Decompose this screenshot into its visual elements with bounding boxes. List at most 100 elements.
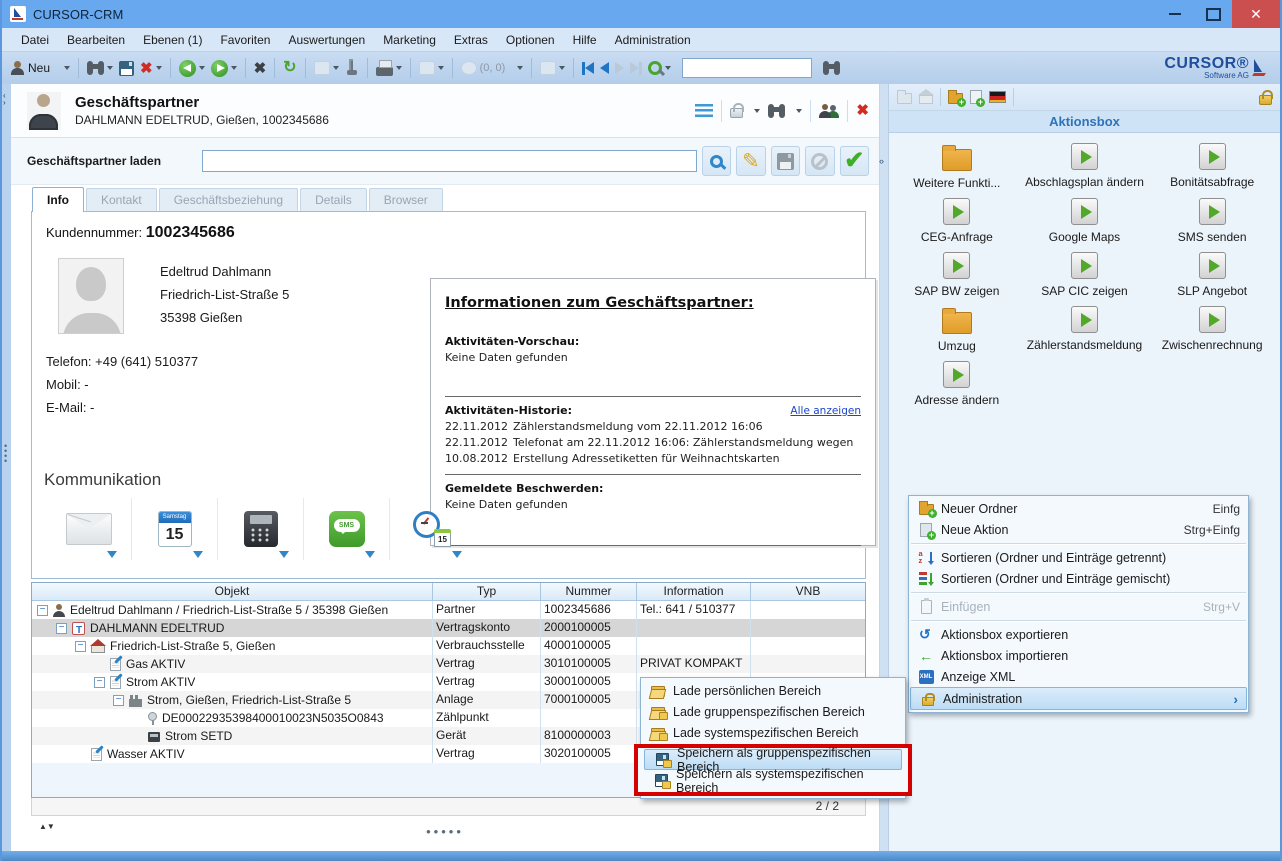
- save-button[interactable]: [116, 59, 137, 78]
- table-row[interactable]: Gas AKTIVVertrag3010100005PRIVAT KOMPAKT: [32, 655, 865, 673]
- clipboard-counter-button[interactable]: (0, 0): [458, 59, 527, 77]
- tab-geschäftsbeziehung[interactable]: Geschäftsbeziehung: [159, 188, 298, 211]
- search-lookup-button[interactable]: [702, 146, 731, 176]
- german-flag-icon[interactable]: [989, 91, 1006, 103]
- expand-toggle-icon[interactable]: −: [94, 677, 105, 688]
- dropdown-arrow-icon[interactable]: [279, 551, 289, 558]
- print-button[interactable]: [373, 58, 405, 78]
- edit-button[interactable]: ✎: [736, 146, 765, 176]
- menu-bearbeiten[interactable]: Bearbeiten: [58, 30, 134, 50]
- delete-button[interactable]: ✖: [137, 59, 165, 78]
- action-weitere-funkti[interactable]: Weitere Funkti...: [893, 139, 1021, 190]
- minimize-button[interactable]: [1156, 0, 1194, 28]
- discard-button[interactable]: [805, 146, 834, 176]
- find-button[interactable]: [820, 59, 843, 77]
- splitter-dots-icon[interactable]: •••••: [426, 824, 464, 839]
- nav-first-button[interactable]: [579, 60, 597, 77]
- nav-prev-button[interactable]: [597, 60, 612, 76]
- copy-button[interactable]: [311, 59, 342, 77]
- dropdown-arrow-icon[interactable]: [107, 66, 113, 70]
- submenu-item-lade-systemspezifischen-bereich[interactable]: Lade systemspezifischen Bereich: [641, 722, 905, 743]
- menu-item-neue-aktion[interactable]: Neue AktionStrg+Einfg: [909, 519, 1248, 540]
- menu-administration[interactable]: Administration: [606, 30, 700, 50]
- menu-item-einfügen[interactable]: EinfügenStrg+V: [909, 596, 1248, 617]
- dropdown-arrow-icon[interactable]: [365, 551, 375, 558]
- confirm-button[interactable]: ✔: [840, 146, 869, 176]
- dropdown-arrow-icon[interactable]: [517, 66, 523, 70]
- export-button[interactable]: [537, 59, 568, 77]
- action-ceg-anfrage[interactable]: CEG-Anfrage: [893, 194, 1021, 244]
- action-abschlagsplan-ändern[interactable]: Abschlagsplan ändern: [1021, 139, 1149, 190]
- dropdown-arrow-icon[interactable]: [754, 109, 760, 113]
- menu-item-administration[interactable]: Administration›: [910, 687, 1247, 710]
- action-zwischenrechnung[interactable]: Zwischenrechnung: [1148, 302, 1276, 353]
- action-umzug[interactable]: Umzug: [893, 302, 1021, 353]
- splitter-dots-icon[interactable]: ••••: [4, 444, 7, 464]
- person-search-button[interactable]: [645, 59, 674, 77]
- dropdown-arrow-icon[interactable]: [107, 551, 117, 558]
- submenu-item-lade-gruppenspezifischen-bereich[interactable]: Lade gruppenspezifischen Bereich: [641, 701, 905, 722]
- folder-up-icon[interactable]: [897, 93, 912, 104]
- close-button[interactable]: ✕: [1232, 0, 1280, 28]
- action-adresse-ändern[interactable]: Adresse ändern: [893, 357, 1021, 407]
- menu-item-sortieren-ordner-und-einträge-getrennt[interactable]: Sortieren (Ordner und Einträge getrennt): [909, 547, 1248, 568]
- dropdown-arrow-icon[interactable]: [199, 66, 205, 70]
- action-slp-angebot[interactable]: SLP Angebot: [1148, 248, 1276, 298]
- table-row[interactable]: −Friedrich-List-Straße 5, GießenVerbrauc…: [32, 637, 865, 655]
- bottom-splitter[interactable]: ▲▼ •••••: [11, 816, 879, 851]
- tab-kontakt[interactable]: Kontakt: [86, 188, 157, 211]
- dropdown-arrow-icon[interactable]: [452, 551, 462, 558]
- image-button[interactable]: [416, 59, 447, 77]
- menu-extras[interactable]: Extras: [445, 30, 497, 50]
- col-header-nummer[interactable]: Nummer: [541, 583, 637, 600]
- menu-auswertungen[interactable]: Auswertungen: [279, 30, 374, 50]
- new-record-button[interactable]: Neu: [8, 59, 73, 77]
- menu-item-aktionsbox-importieren[interactable]: Aktionsbox importieren: [909, 645, 1248, 666]
- action-sap-cic-zeigen[interactable]: SAP CIC zeigen: [1021, 248, 1149, 298]
- dropdown-arrow-icon[interactable]: [193, 551, 203, 558]
- action-zählerstandsmeldung[interactable]: Zählerstandsmeldung: [1021, 302, 1149, 353]
- col-header-objekt[interactable]: Objekt: [32, 583, 433, 600]
- alle-anzeigen-link[interactable]: Alle anzeigen: [790, 405, 861, 417]
- cancel-button[interactable]: ✖: [251, 59, 270, 78]
- menu-item-anzeige-xml[interactable]: Anzeige XML: [909, 666, 1248, 687]
- quick-search-input[interactable]: [682, 58, 812, 78]
- tab-details[interactable]: Details: [300, 188, 367, 211]
- calendar-button[interactable]: Samstag15: [132, 498, 218, 560]
- menu-hamburger-icon[interactable]: [695, 104, 713, 117]
- admin-lock-icon[interactable]: [1259, 95, 1272, 105]
- left-collapse-strip[interactable]: ‹› ••••: [2, 84, 11, 851]
- expand-toggle-icon[interactable]: −: [75, 641, 86, 652]
- menu-item-aktionsbox-exportieren[interactable]: Aktionsbox exportieren: [909, 624, 1248, 645]
- nav-next-button[interactable]: [612, 60, 627, 76]
- home-icon[interactable]: [919, 95, 933, 104]
- refresh-button[interactable]: ↻: [280, 58, 299, 78]
- submenu-item-speichern-als-systemspezifischen-bereich[interactable]: Speichern als systemspezifischen Bereich: [644, 770, 902, 791]
- dropdown-arrow-icon[interactable]: [64, 66, 70, 70]
- dropdown-arrow-icon[interactable]: [665, 66, 671, 70]
- dropdown-arrow-icon[interactable]: [796, 109, 802, 113]
- dropdown-arrow-icon[interactable]: [333, 66, 339, 70]
- splitter-arrows-icon[interactable]: ▲▼: [39, 822, 55, 831]
- action-bonitätsabfrage[interactable]: Bonitätsabfrage: [1148, 139, 1276, 190]
- binoculars-icon[interactable]: [768, 104, 785, 118]
- maximize-button[interactable]: [1194, 0, 1232, 28]
- search-button[interactable]: [84, 59, 116, 77]
- new-action-icon[interactable]: [970, 90, 982, 104]
- menu-ebenen-1[interactable]: Ebenen (1): [134, 30, 211, 50]
- sms-button[interactable]: SMS: [304, 498, 390, 560]
- action-sms-senden[interactable]: SMS senden: [1148, 194, 1276, 244]
- dropdown-arrow-icon[interactable]: [231, 66, 237, 70]
- col-header-vnb[interactable]: VNB: [751, 583, 865, 600]
- dropdown-arrow-icon[interactable]: [156, 66, 162, 70]
- menu-marketing[interactable]: Marketing: [374, 30, 445, 50]
- partner-load-input[interactable]: [202, 150, 697, 172]
- menu-datei[interactable]: Datei: [12, 30, 58, 50]
- menu-optionen[interactable]: Optionen: [497, 30, 564, 50]
- col-header-information[interactable]: Information: [637, 583, 751, 600]
- dropdown-arrow-icon[interactable]: [559, 66, 565, 70]
- action-sap-bw-zeigen[interactable]: SAP BW zeigen: [893, 248, 1021, 298]
- dropdown-arrow-icon[interactable]: [396, 66, 402, 70]
- tab-info[interactable]: Info: [32, 187, 84, 212]
- table-row[interactable]: −DAHLMANN EDELTRUDVertragskonto200010000…: [32, 619, 865, 637]
